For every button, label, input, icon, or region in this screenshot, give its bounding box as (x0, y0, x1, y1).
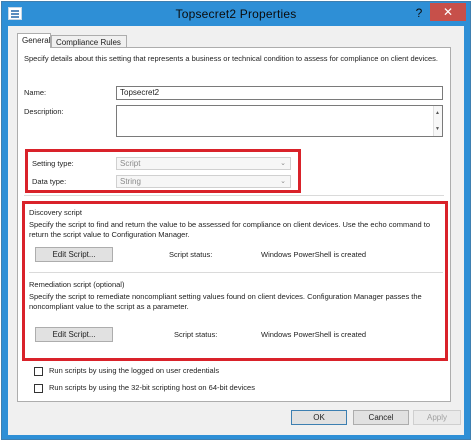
chevron-down-icon: ⌄ (280, 160, 286, 167)
remediation-description: Specify the script to remediate noncompl… (29, 292, 422, 311)
logged-on-credentials-checkbox[interactable] (34, 367, 43, 376)
discovery-edit-script-button[interactable]: Edit Script... (35, 247, 113, 262)
window-title: Topsecret2 Properties (175, 7, 297, 21)
remediation-heading: Remediation script (optional) (29, 280, 125, 289)
remediation-status-value: Windows PowerShell is created (261, 330, 367, 339)
properties-dialog: Topsecret2 Properties ? ✕ General Compli… (1, 1, 471, 440)
name-field[interactable]: Topsecret2 (116, 86, 443, 100)
tab-general[interactable]: General (17, 33, 51, 48)
setting-type-select[interactable]: Script ⌄ (116, 157, 291, 170)
general-tab-panel: Specify details about this setting that … (17, 47, 451, 402)
discovery-description: Specify the script to find and return th… (29, 220, 431, 239)
discovery-heading: Discovery script (29, 208, 82, 217)
dialog-client-area: General Compliance Rules Specify details… (8, 26, 464, 435)
scroll-up-icon[interactable]: ▲ (435, 107, 440, 119)
setting-type-value: Script (120, 159, 141, 168)
description-label: Description: (24, 107, 64, 116)
scripting-host-32bit-checkbox[interactable] (34, 384, 43, 393)
general-intro-text: Specify details about this setting that … (24, 54, 438, 63)
help-button[interactable]: ? (412, 4, 426, 22)
apply-button[interactable]: Apply (413, 410, 461, 425)
chevron-down-icon: ⌄ (280, 178, 286, 185)
discovery-status-label: Script status: (169, 250, 213, 259)
description-scrollbar[interactable]: ▲ ▼ (433, 106, 442, 136)
setting-type-label: Setting type: (32, 159, 74, 168)
remediation-edit-script-button[interactable]: Edit Script... (35, 327, 113, 342)
close-button[interactable]: ✕ (430, 3, 466, 21)
name-label: Name: (24, 88, 47, 97)
logged-on-credentials-label: Run scripts by using the logged on user … (49, 366, 220, 375)
data-type-select[interactable]: String ⌄ (116, 175, 291, 188)
data-type-value: String (120, 177, 141, 186)
title-bar[interactable]: Topsecret2 Properties ? ✕ (2, 2, 470, 26)
separator (24, 195, 444, 196)
scripting-host-32bit-label: Run scripts by using the 32-bit scriptin… (49, 383, 255, 392)
scroll-down-icon[interactable]: ▼ (435, 123, 440, 135)
separator (29, 272, 443, 273)
data-type-label: Data type: (32, 177, 67, 186)
description-field[interactable]: ▲ ▼ (116, 105, 443, 137)
remediation-status-label: Script status: (174, 330, 218, 339)
ok-button[interactable]: OK (291, 410, 347, 425)
close-icon: ✕ (442, 5, 454, 19)
cancel-button[interactable]: Cancel (353, 410, 409, 425)
discovery-status-value: Windows PowerShell is created (261, 250, 367, 259)
